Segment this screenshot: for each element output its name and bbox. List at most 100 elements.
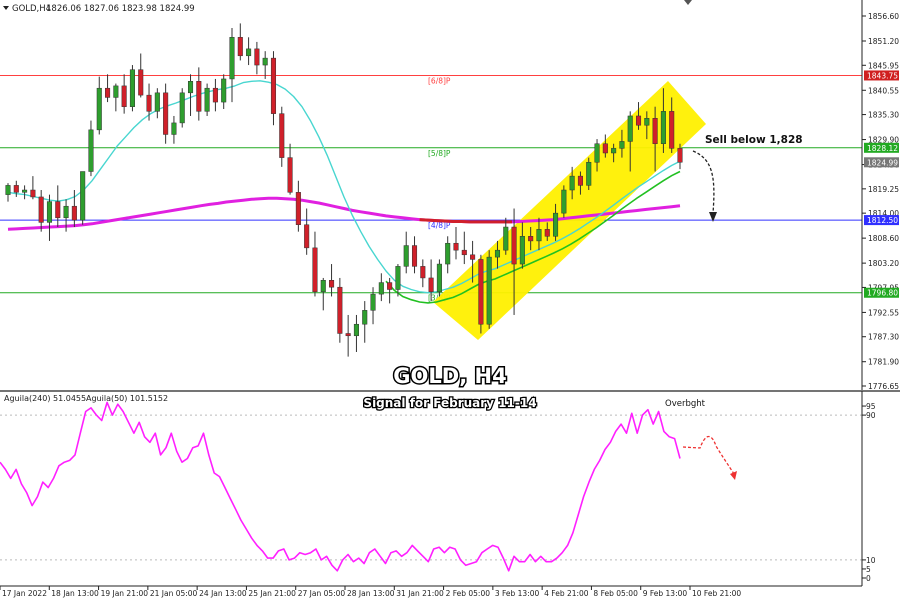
bull-candle [486, 256, 492, 325]
time-tick-label: 28 Jan 13:00 [347, 589, 395, 598]
time-tick-label: 3 Feb 13:00 [495, 589, 540, 598]
bear-candle [138, 69, 144, 96]
bear-candle [345, 333, 351, 337]
bull-candle [96, 87, 102, 131]
price-tick-label: 1787.30 [868, 333, 899, 342]
price-tick-label: 1845.95 [868, 61, 899, 70]
bull-candle [536, 229, 542, 242]
price-tag-label: 1812.50 [867, 216, 898, 225]
bull-candle [403, 245, 409, 267]
chart-subtitle: Signal for February 11-14 [363, 396, 536, 410]
price-tick-label: 1840.55 [868, 86, 899, 95]
bear-candle [38, 196, 44, 223]
indicator-label-240: Aguila(240) 51.0455 [4, 394, 86, 403]
price-tag-label: 1828.12 [867, 144, 898, 153]
oscillator-tick-label: 5 [866, 565, 871, 574]
bear-candle [304, 224, 310, 249]
time-tick-label: 24 Jan 13:00 [199, 589, 247, 598]
bull-candle [494, 249, 501, 258]
bear-candle [163, 92, 169, 135]
bear-candle [55, 201, 61, 219]
overbought-label: Overbght [665, 399, 706, 409]
bear-candle [635, 115, 642, 126]
time-tick-label: 27 Jan 05:00 [298, 589, 346, 598]
bear-candle [146, 94, 152, 112]
bull-candle [154, 92, 160, 112]
bull-candle [644, 118, 650, 126]
bear-candle [270, 57, 277, 114]
bear-candle [121, 85, 127, 107]
bear-candle [602, 143, 608, 154]
indicator-label-50: Aguila(50) 101.5152 [86, 394, 168, 403]
price-tick-label: 1851.20 [868, 37, 899, 46]
price-tick-label: 1835.30 [868, 111, 899, 120]
bear-candle [428, 277, 434, 293]
price-tag-label: 1824.99 [867, 158, 898, 167]
bear-candle [528, 236, 534, 242]
bear-candle [237, 37, 243, 57]
bull-candle [561, 189, 567, 214]
bull-candle [519, 236, 525, 265]
price-tag-label: 1843.75 [867, 71, 898, 80]
oscillator-tick-label: 0 [866, 574, 871, 583]
bull-candle [262, 57, 268, 66]
time-tick-label: 18 Jan 13:00 [51, 589, 99, 598]
bull-candle [320, 280, 326, 293]
price-tick-label: 1808.60 [868, 234, 899, 243]
bull-candle [179, 92, 185, 124]
bear-candle [105, 87, 111, 98]
bull-candle [660, 111, 666, 144]
bull-candle [88, 129, 94, 172]
bull-candle [362, 310, 368, 325]
bull-candle [611, 148, 617, 154]
time-tick-label: 8 Feb 05:00 [593, 589, 638, 598]
bull-candle [503, 226, 509, 251]
bear-candle [461, 249, 467, 256]
chart-canvas: [6/8]P[5/8]P[4/8]P[3/8]P GOLD,H4 1826.06… [0, 0, 900, 600]
bull-candle [63, 205, 69, 219]
bull-candle [229, 37, 235, 80]
level-label: [5/8]P [428, 149, 451, 158]
bull-candle [221, 78, 227, 103]
bear-candle [470, 254, 476, 260]
bull-candle [627, 115, 633, 142]
level-label: [6/8]P [428, 76, 451, 85]
bear-candle [453, 242, 459, 251]
bull-candle [353, 323, 359, 337]
chart-title: GOLD, H4 [393, 364, 506, 388]
price-tick-label: 1856.60 [868, 12, 899, 21]
bull-candle [370, 293, 376, 311]
price-tick-label: 1803.20 [868, 259, 899, 268]
bull-candle [436, 263, 442, 293]
ohlc-values: 1826.06 1827.06 1823.98 1824.99 [46, 4, 195, 14]
time-tick-label: 2 Feb 05:00 [446, 589, 491, 598]
bear-candle [196, 81, 202, 112]
bear-candle [71, 205, 77, 221]
bull-candle [378, 282, 384, 295]
bear-candle [337, 286, 343, 334]
bear-candle [478, 259, 484, 325]
bull-candle [187, 81, 194, 94]
bull-candle [594, 143, 600, 163]
price-tick-label: 1781.90 [868, 358, 899, 367]
bear-candle [329, 280, 335, 288]
price-tag-label: 1796.80 [867, 289, 898, 298]
time-tick-label: 10 Feb 21:00 [692, 589, 741, 598]
bear-candle [312, 247, 318, 293]
bull-candle [553, 212, 559, 237]
bear-candle [677, 148, 683, 163]
bull-candle [395, 266, 401, 290]
bear-candle [544, 229, 550, 237]
oscillator-tick-label: 10 [866, 556, 876, 565]
bull-candle [46, 201, 53, 223]
bull-candle [113, 85, 119, 98]
bull-candle [586, 161, 592, 186]
bull-candle [204, 87, 210, 112]
price-tick-label: 1819.25 [868, 185, 899, 194]
price-tick-label: 1792.55 [868, 308, 899, 317]
time-tick-label: 17 Jan 2022 [2, 589, 47, 598]
bull-candle [246, 48, 252, 57]
price-tick-label: 1776.65 [868, 382, 899, 391]
bear-candle [295, 192, 301, 225]
bear-candle [13, 185, 19, 193]
